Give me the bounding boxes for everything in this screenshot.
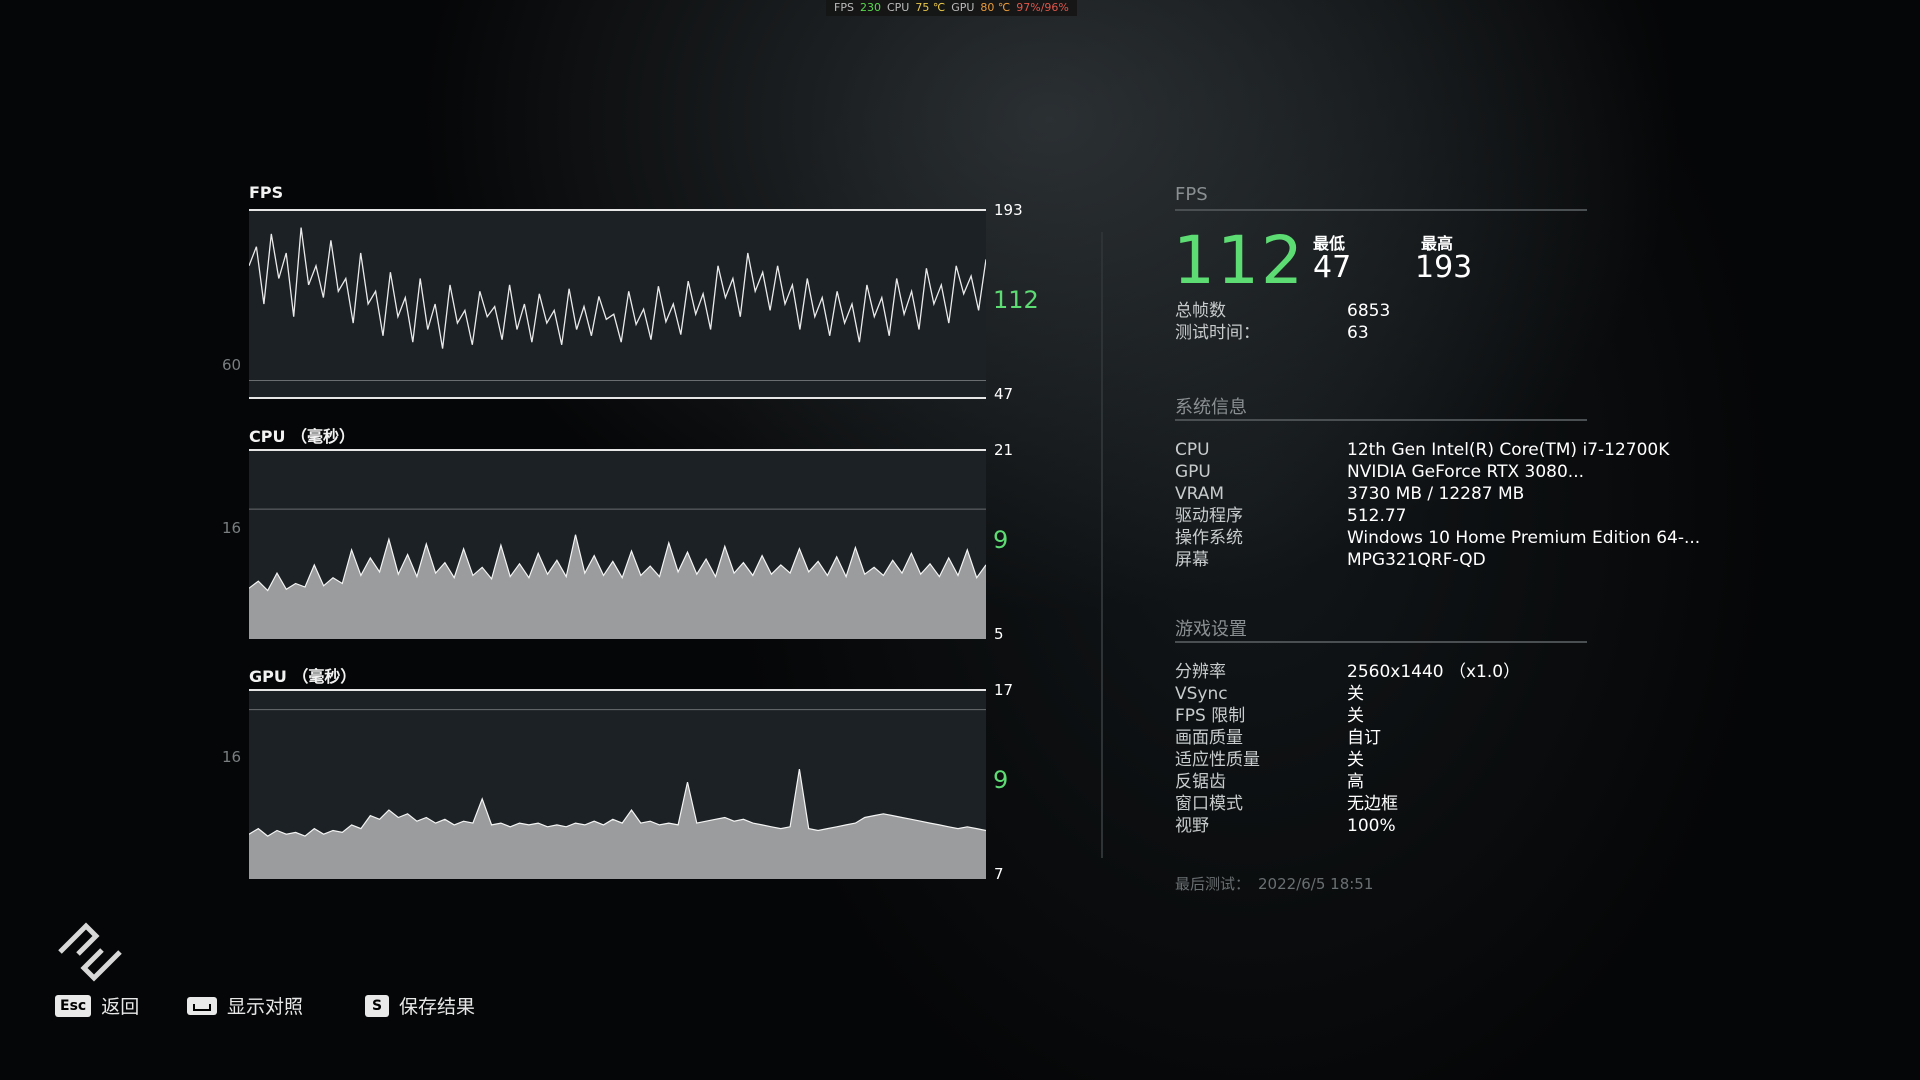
gpu-axis-current: 9 [993, 766, 1009, 794]
system-info-key: VRAM [1175, 484, 1225, 504]
overlay-cpu-temp: 75 ℃ [915, 1, 946, 14]
cpu-axis-bottom: 5 [994, 625, 1004, 643]
game-setting-key: 窗口模式 [1175, 794, 1243, 814]
overlay-gpu-label: GPU [951, 1, 975, 14]
overlay-fps-label: FPS [834, 1, 854, 14]
gpu-axis-top: 17 [994, 681, 1014, 699]
system-info-value: MPG321QRF-QD [1347, 550, 1486, 570]
compare-button[interactable]: 显示对照 [187, 992, 303, 1019]
cpu-chart: CPU （毫秒） 16 21 9 5 [200, 420, 1080, 645]
game-setting-value: 自订 [1347, 728, 1381, 748]
gpu-ref-label: 16 [222, 748, 242, 766]
game-setting-key: 分辨率 [1175, 662, 1226, 682]
s-key-icon: S [365, 994, 389, 1017]
overlay-cpu-label: CPU [886, 1, 910, 14]
test-time-label: 测试时间： [1175, 323, 1260, 343]
system-info-divider [1175, 419, 1587, 421]
fps-axis-bottom: 47 [994, 385, 1014, 403]
system-info-key: 屏幕 [1175, 550, 1209, 570]
fps-average: 112 [1173, 222, 1305, 299]
back-button[interactable]: Esc 返回 [55, 992, 139, 1019]
fps-axis-current: 112 [993, 286, 1039, 314]
last-test-value: 2022/6/5 18:51 [1258, 875, 1374, 893]
fps-section-title: FPS [1175, 184, 1208, 205]
system-info-title: 系统信息 [1175, 397, 1247, 418]
overlay-fps-value: 230 [859, 1, 881, 14]
game-setting-key: 画面质量 [1175, 728, 1243, 748]
game-setting-value: 关 [1347, 750, 1364, 770]
system-info-key: CPU [1175, 440, 1210, 460]
gpu-chart-plot [249, 689, 986, 879]
system-info-value: NVIDIA GeForce RTX 3080... [1347, 462, 1585, 482]
game-setting-value: 2560x1440 （x1.0） [1347, 662, 1521, 682]
fps-chart: FPS 60 193 112 47 [200, 180, 1080, 405]
fps-axis-top: 193 [994, 201, 1023, 219]
game-settings-title: 游戏设置 [1175, 619, 1247, 640]
system-info-value: 512.77 [1347, 506, 1407, 526]
fps-section-divider [1175, 209, 1587, 211]
cpu-axis-current: 9 [993, 526, 1009, 554]
gpu-chart: GPU （毫秒） 16 17 9 7 [200, 660, 1080, 885]
game-setting-key: 反锯齿 [1175, 772, 1226, 792]
game-setting-value: 无边框 [1347, 794, 1398, 814]
cpu-chart-plot [249, 449, 986, 639]
back-label: 返回 [101, 996, 140, 1018]
compare-label: 显示对照 [227, 996, 304, 1018]
last-test-label: 最后测试： [1175, 875, 1251, 893]
system-info-key: 操作系统 [1175, 528, 1243, 548]
panel-separator [1101, 232, 1103, 858]
total-frames-value: 6853 [1347, 301, 1391, 321]
game-setting-value: 高 [1347, 772, 1364, 792]
fps-plot-background [249, 209, 986, 399]
cpu-chart-title: CPU （毫秒） [249, 427, 356, 446]
game-setting-key: VSync [1175, 684, 1228, 704]
fps-chart-plot [249, 209, 986, 399]
save-results-button[interactable]: S 保存结果 [365, 992, 475, 1019]
game-setting-value: 100% [1347, 816, 1396, 836]
fps-chart-title: FPS [249, 183, 284, 202]
game-setting-key: 适应性质量 [1175, 750, 1260, 770]
system-info-key: GPU [1175, 462, 1211, 482]
system-info-value: 12th Gen Intel(R) Core(TM) i7-12700K [1347, 440, 1670, 460]
gpu-axis-bottom: 7 [994, 865, 1004, 883]
system-info-key: 驱动程序 [1175, 506, 1243, 526]
game-setting-value: 关 [1347, 684, 1364, 704]
game-setting-key: FPS 限制 [1175, 706, 1246, 726]
fps-max-value: 193 [1415, 250, 1473, 285]
last-test: 最后测试： 2022/6/5 18:51 [1175, 873, 1373, 894]
overlay-gpu-temp: 80 ℃ [980, 1, 1011, 14]
game-setting-value: 关 [1347, 706, 1364, 726]
save-results-label: 保存结果 [399, 996, 476, 1018]
fps-ref-label: 60 [222, 356, 242, 374]
overlay-gpu-usage: 97%/96% [1016, 1, 1069, 14]
game-settings-divider [1175, 641, 1587, 643]
gpu-chart-title: GPU （毫秒） [249, 667, 357, 686]
cpu-axis-top: 21 [994, 441, 1014, 459]
game-setting-key: 视野 [1175, 816, 1209, 836]
benchmark-logo-icon [58, 922, 122, 982]
performance-overlay: FPS 230 CPU 75 ℃ GPU 80 ℃ 97%/96% [826, 0, 1077, 16]
fps-min-value: 47 [1313, 250, 1352, 285]
system-info-value: Windows 10 Home Premium Edition 64-... [1347, 528, 1701, 548]
cpu-ref-label: 16 [222, 519, 242, 537]
test-time-value: 63 [1347, 323, 1369, 343]
system-info-value: 3730 MB / 12287 MB [1347, 484, 1525, 504]
esc-key-icon: Esc [55, 994, 92, 1017]
space-key-icon [187, 996, 217, 1015]
total-frames-label: 总帧数 [1175, 301, 1226, 321]
